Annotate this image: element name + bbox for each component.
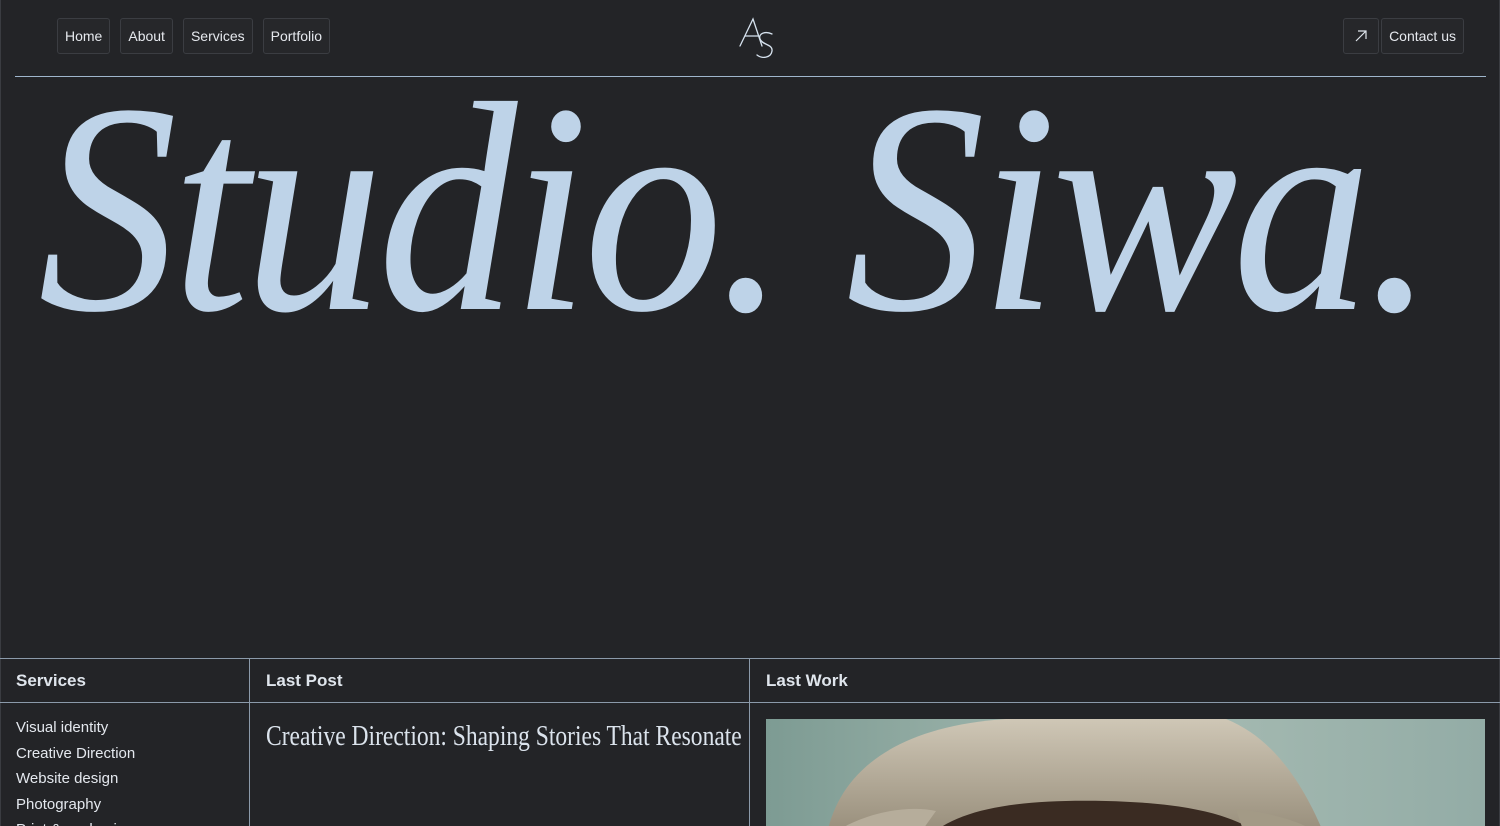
service-item-website-design[interactable]: Website design xyxy=(16,766,249,792)
info-grid: Services Visual identity Creative Direct… xyxy=(0,658,1500,826)
services-column: Services Visual identity Creative Direct… xyxy=(0,659,250,826)
service-item-visual-identity[interactable]: Visual identity xyxy=(16,715,249,741)
service-item-creative-direction[interactable]: Creative Direction xyxy=(16,741,249,767)
last-post-column: Last Post Creative Direction: Shaping St… xyxy=(250,659,750,826)
hero-title: Studio. Siwa. xyxy=(38,42,1436,374)
portrait-photo xyxy=(766,719,1485,826)
services-heading: Services xyxy=(0,659,249,703)
services-list: Visual identity Creative Direction Websi… xyxy=(0,703,249,826)
service-item-print-packaging[interactable]: Print & packaging xyxy=(16,817,249,826)
service-item-photography[interactable]: Photography xyxy=(16,792,249,818)
last-post-heading: Last Post xyxy=(250,659,749,703)
last-work-heading: Last Work xyxy=(750,659,1500,703)
last-post-title-link[interactable]: Creative Direction: Shaping Stories That… xyxy=(266,721,742,753)
last-work-image[interactable] xyxy=(766,719,1485,826)
last-work-column: Last Work xyxy=(750,659,1500,826)
